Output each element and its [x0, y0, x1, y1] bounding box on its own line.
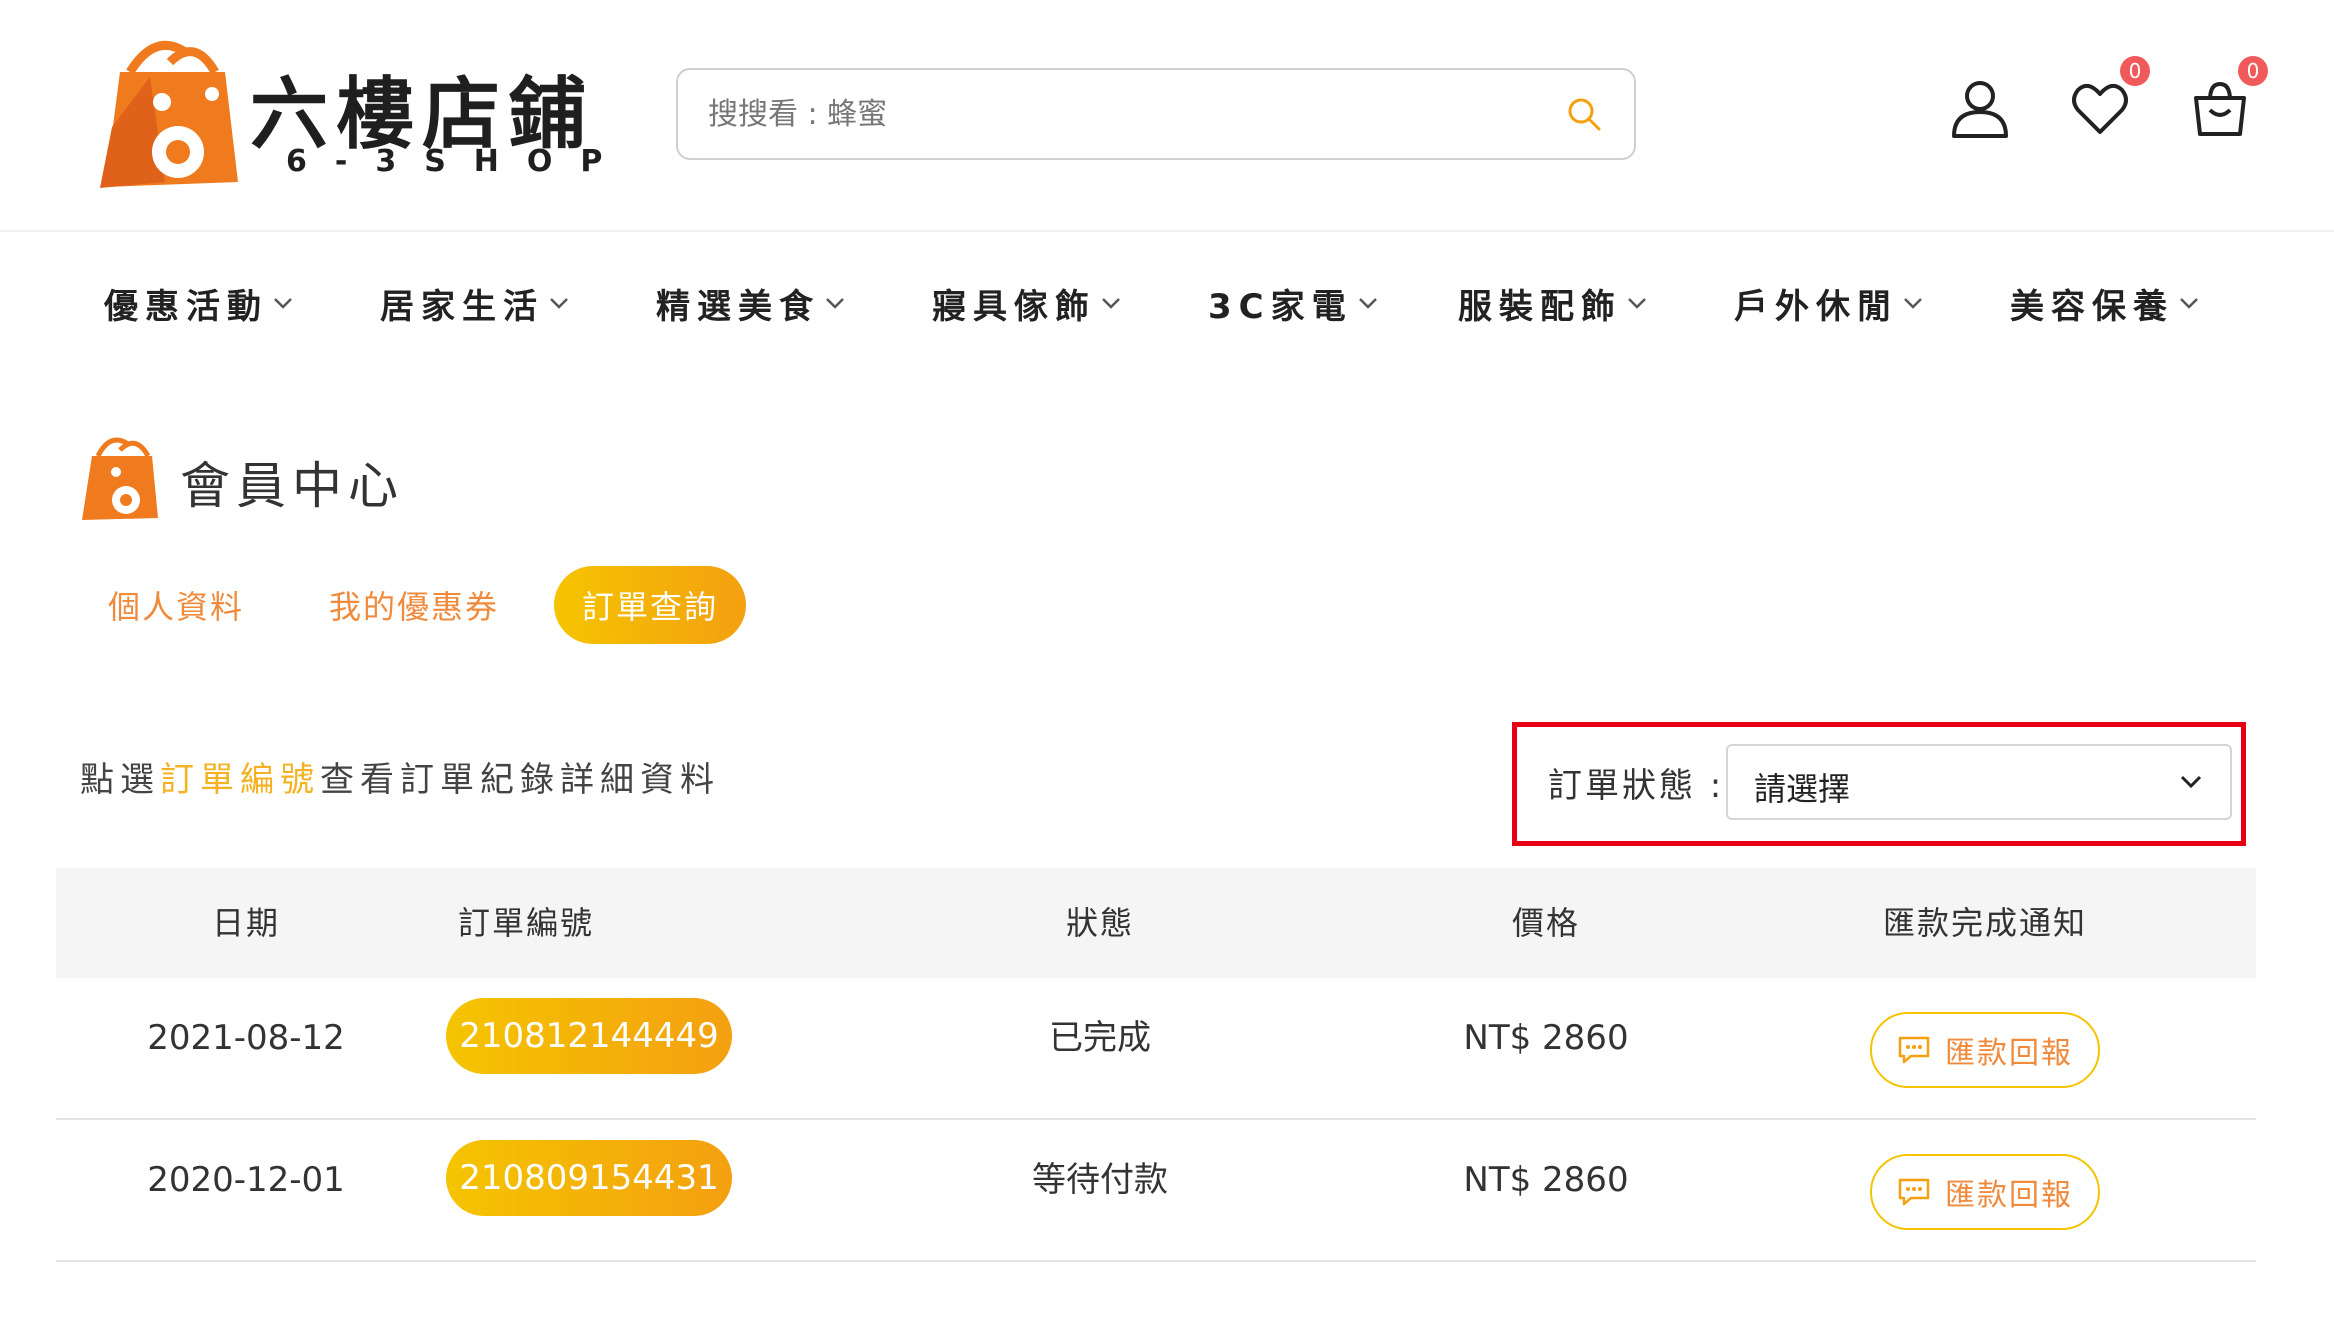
nav-item-bedding[interactable]: 寢具傢飾 [932, 270, 1122, 336]
nav-item-apparel[interactable]: 服裝配飾 [1458, 270, 1648, 336]
chat-bubble-icon [1898, 1036, 1930, 1064]
cart-bag-icon[interactable] [2188, 76, 2252, 140]
nav-item-electronics[interactable]: 3C家電 [1208, 270, 1379, 336]
nav-item-label: 3C家電 [1208, 286, 1353, 327]
chevron-down-icon [1358, 298, 1377, 309]
payment-report-label: 匯款回報 [1945, 1036, 2073, 1071]
table-row: 2020-12-01 210809154431 等待付款 NT$ 2860 匯款… [56, 1120, 2256, 1262]
tab-coupons[interactable]: 我的優惠券 [316, 566, 512, 644]
nav-item-outdoor[interactable]: 戶外休閒 [1734, 270, 1924, 336]
chevron-down-icon [1628, 298, 1646, 309]
nav-item-promotions[interactable]: 優惠活動 [104, 270, 294, 336]
order-date: 2020-12-01 [147, 1160, 345, 1200]
order-status: 已完成 [1049, 1018, 1151, 1058]
tab-order-query[interactable]: 訂單查詢 [554, 566, 746, 644]
order-status-selected-value: 請選擇 [1754, 770, 1851, 808]
order-number-link[interactable]: 210812144449 [446, 998, 732, 1074]
main-nav: 優惠活動 居家生活 精選美食 寢具傢飾 3C家電 服裝配飾 戶外休閒 美容保養 [0, 270, 2334, 336]
order-status-label: 訂單狀態 : [1548, 766, 1725, 806]
member-center-icon [82, 437, 158, 520]
order-status: 等待付款 [1032, 1160, 1168, 1200]
chevron-down-icon [274, 298, 292, 309]
nav-item-label: 美容保養 [2010, 286, 2174, 327]
shopping-bag-logo-icon [100, 40, 238, 188]
tab-profile[interactable]: 個人資料 [88, 566, 264, 644]
order-price: NT$ 2860 [1463, 1160, 1629, 1200]
chevron-down-icon [1102, 298, 1120, 309]
chevron-down-icon [2180, 775, 2202, 789]
search-icon[interactable] [1564, 94, 1604, 134]
order-hint-text: 點選訂單編號查看訂單紀錄詳細資料 [80, 752, 720, 801]
page-title: 會員中心 [180, 457, 404, 515]
nav-item-label: 居家生活 [380, 286, 544, 327]
nav-item-label: 服裝配飾 [1458, 286, 1622, 327]
logo-subtext: 6-3SHOP [286, 144, 631, 179]
payment-report-button[interactable]: 匯款回報 [1870, 1154, 2100, 1230]
orders-table-header: 日期 訂單編號 狀態 價格 匯款完成通知 [56, 868, 2256, 978]
site-logo[interactable]: 六樓店鋪 6-3SHOP [100, 32, 602, 202]
search-input[interactable] [708, 70, 1568, 158]
chat-bubble-icon [1898, 1178, 1930, 1206]
hint-highlight: 訂單編號 [160, 760, 320, 800]
heart-icon[interactable] [2068, 76, 2132, 140]
chevron-down-icon [1904, 298, 1922, 309]
nav-item-label: 優惠活動 [104, 286, 268, 327]
search-bar [676, 68, 1636, 160]
order-price: NT$ 2860 [1463, 1018, 1629, 1058]
user-icon[interactable] [1948, 76, 2012, 140]
table-row: 2021-08-12 210812144449 已完成 NT$ 2860 匯款回… [56, 978, 2256, 1120]
nav-item-beauty[interactable]: 美容保養 [2010, 270, 2200, 336]
hint-suffix: 查看訂單紀錄詳細資料 [320, 760, 720, 800]
payment-report-button[interactable]: 匯款回報 [1870, 1012, 2100, 1088]
order-status-select[interactable]: 請選擇 [1726, 744, 2232, 820]
column-header-payment-notice: 匯款完成通知 [1882, 904, 2087, 942]
column-header-order-number: 訂單編號 [457, 904, 594, 942]
nav-item-label: 精選美食 [656, 286, 820, 327]
nav-item-label: 戶外休閒 [1734, 286, 1898, 327]
hint-prefix: 點選 [80, 760, 160, 800]
order-date: 2021-08-12 [147, 1018, 345, 1058]
chevron-down-icon [826, 298, 844, 309]
payment-report-label: 匯款回報 [1945, 1178, 2073, 1213]
site-header: 六樓店鋪 6-3SHOP 0 0 [0, 0, 2334, 232]
chevron-down-icon [550, 298, 568, 309]
column-header-status: 狀態 [1065, 904, 1134, 942]
column-header-date: 日期 [211, 904, 280, 942]
wishlist-count-badge: 0 [2120, 56, 2150, 86]
nav-item-food[interactable]: 精選美食 [656, 270, 846, 336]
chevron-down-icon [2180, 298, 2198, 309]
order-number-link[interactable]: 210809154431 [446, 1140, 732, 1216]
nav-item-home-living[interactable]: 居家生活 [380, 270, 570, 336]
column-header-price: 價格 [1511, 904, 1580, 942]
nav-item-label: 寢具傢飾 [932, 286, 1096, 327]
cart-count-badge: 0 [2238, 56, 2268, 86]
